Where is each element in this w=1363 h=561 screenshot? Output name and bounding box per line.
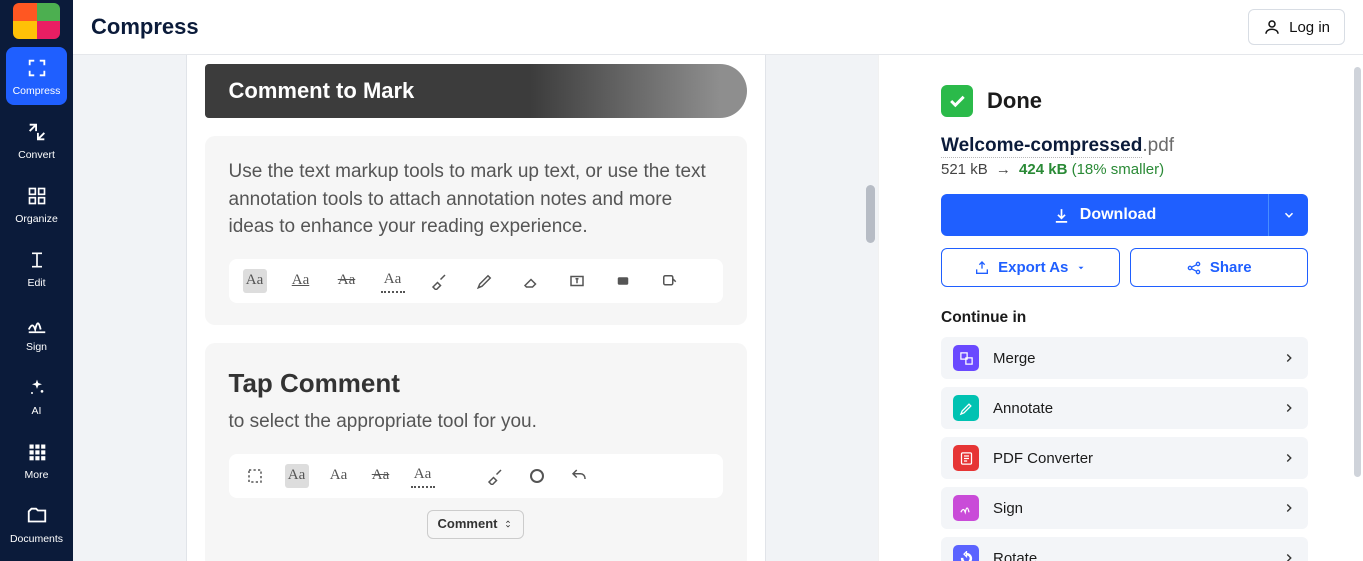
textbox-icon: [565, 269, 589, 293]
download-icon: [1053, 207, 1070, 224]
squiggly-aa-icon: Aa: [381, 269, 405, 293]
continue-item-sign[interactable]: Sign: [941, 487, 1308, 529]
download-button[interactable]: Download: [941, 194, 1268, 236]
doc-banner: Comment to Mark: [205, 64, 747, 118]
continue-item-pdf-converter[interactable]: PDF Converter: [941, 437, 1308, 479]
export-as-button[interactable]: Export As: [941, 248, 1120, 287]
documents-icon: [24, 503, 50, 529]
sidebar-item-label: Sign: [26, 341, 47, 353]
continue-item-label: Merge: [993, 350, 1268, 367]
sidebar-item-label: Edit: [27, 277, 45, 289]
sidebar-item-label: Organize: [15, 213, 58, 225]
more-icon: [24, 439, 50, 465]
tap-title: Tap Comment: [229, 365, 723, 403]
preview-pane: Comment to Mark Use the text markup tool…: [73, 55, 878, 561]
sidebar-item-documents[interactable]: Documents: [6, 495, 67, 553]
chevron-right-icon: [1282, 351, 1296, 365]
continue-item-merge[interactable]: Merge: [941, 337, 1308, 379]
select-icon: [243, 464, 267, 488]
login-label: Log in: [1289, 19, 1330, 36]
header: Compress Log in: [73, 0, 1363, 55]
note-icon: [611, 269, 635, 293]
edit-icon: [24, 247, 50, 273]
result-pane: Done Welcome-compressed.pdf 521 kB → 424…: [878, 55, 1363, 561]
convert-icon: [24, 119, 50, 145]
sidebar-item-edit[interactable]: Edit: [6, 239, 67, 297]
share-icon: [1186, 260, 1202, 276]
compress-icon: [24, 55, 50, 81]
pen-icon: [473, 269, 497, 293]
user-icon: [1263, 18, 1281, 36]
app-logo[interactable]: [13, 3, 60, 39]
result-filename[interactable]: Welcome-compressed.pdf: [941, 135, 1308, 157]
sidebar-item-sign[interactable]: Sign: [6, 303, 67, 361]
continue-in-label: Continue in: [941, 309, 1308, 327]
continue-item-label: Annotate: [993, 400, 1268, 417]
sidebar-item-ai[interactable]: AI: [6, 367, 67, 425]
preview-scrollbar[interactable]: [864, 55, 878, 561]
pdf-converter-icon: [953, 445, 979, 471]
sidebar-item-compress[interactable]: Compress: [6, 47, 67, 105]
highlight-aa-icon: Aa: [285, 464, 309, 488]
marker-icon: [483, 464, 507, 488]
eraser-icon: [519, 269, 543, 293]
organize-icon: [24, 183, 50, 209]
page-title: Compress: [91, 14, 199, 40]
highlight-aa-icon: Aa: [243, 269, 267, 293]
annotate-icon: [953, 395, 979, 421]
chevron-updown-icon: [503, 519, 513, 529]
continue-item-label: Sign: [993, 500, 1268, 517]
share-button[interactable]: Share: [1130, 248, 1309, 287]
sidebar-item-label: More: [25, 469, 49, 481]
rotate-icon: [953, 545, 979, 561]
sidebar-item-label: AI: [32, 405, 42, 417]
doc-paragraph-block: Use the text markup tools to mark up tex…: [205, 136, 747, 325]
doc-tap-block: Tap Comment to select the appropriate to…: [205, 343, 747, 561]
caret-down-icon: [1076, 263, 1086, 273]
comment-dropdown: Comment: [427, 510, 525, 539]
continue-item-label: Rotate: [993, 550, 1268, 561]
squiggly-aa-icon: Aa: [411, 464, 435, 488]
sign-icon: [24, 311, 50, 337]
plain-aa-icon: Aa: [327, 464, 351, 488]
export-icon: [974, 260, 990, 276]
stamp-icon: [657, 269, 681, 293]
chevron-right-icon: [1282, 401, 1296, 415]
underline-aa-icon: Aa: [289, 269, 313, 293]
strike-aa-icon: Aa: [369, 464, 393, 488]
arrow-right-icon: →: [996, 161, 1011, 178]
undo-icon: [567, 464, 591, 488]
chevron-right-icon: [1282, 451, 1296, 465]
sidebar-item-label: Convert: [18, 149, 55, 161]
doc-paragraph: Use the text markup tools to mark up tex…: [229, 161, 706, 237]
sidebar-item-organize[interactable]: Organize: [6, 175, 67, 233]
sidebar: Compress Convert Organize Edit Sign AI: [0, 0, 73, 561]
ai-icon: [24, 375, 50, 401]
tap-toolbar: Aa Aa Aa Aa: [229, 454, 723, 498]
file-size-info: 521 kB → 424 kB (18% smaller): [941, 161, 1308, 178]
sidebar-item-more[interactable]: More: [6, 431, 67, 489]
merge-icon: [953, 345, 979, 371]
chevron-down-icon: [1282, 208, 1296, 222]
chevron-right-icon: [1282, 551, 1296, 561]
marker-icon: [427, 269, 451, 293]
done-label: Done: [987, 88, 1042, 114]
sidebar-item-label: Documents: [10, 533, 63, 545]
sidebar-item-label: Compress: [13, 85, 61, 97]
right-scrollbar[interactable]: [1354, 67, 1361, 477]
done-check-icon: [941, 85, 973, 117]
markup-toolbar: Aa Aa Aa Aa: [229, 259, 723, 303]
strike-aa-icon: Aa: [335, 269, 359, 293]
continue-item-annotate[interactable]: Annotate: [941, 387, 1308, 429]
continue-item-label: PDF Converter: [993, 450, 1268, 467]
sidebar-item-convert[interactable]: Convert: [6, 111, 67, 169]
document-page: Comment to Mark Use the text markup tool…: [186, 55, 766, 561]
color-swatch-icon: [525, 464, 549, 488]
tap-sub: to select the appropriate tool for you.: [229, 408, 723, 436]
chevron-right-icon: [1282, 501, 1296, 515]
continue-item-rotate[interactable]: Rotate: [941, 537, 1308, 561]
login-button[interactable]: Log in: [1248, 9, 1345, 45]
sign-icon: [953, 495, 979, 521]
download-menu-button[interactable]: [1268, 194, 1308, 236]
